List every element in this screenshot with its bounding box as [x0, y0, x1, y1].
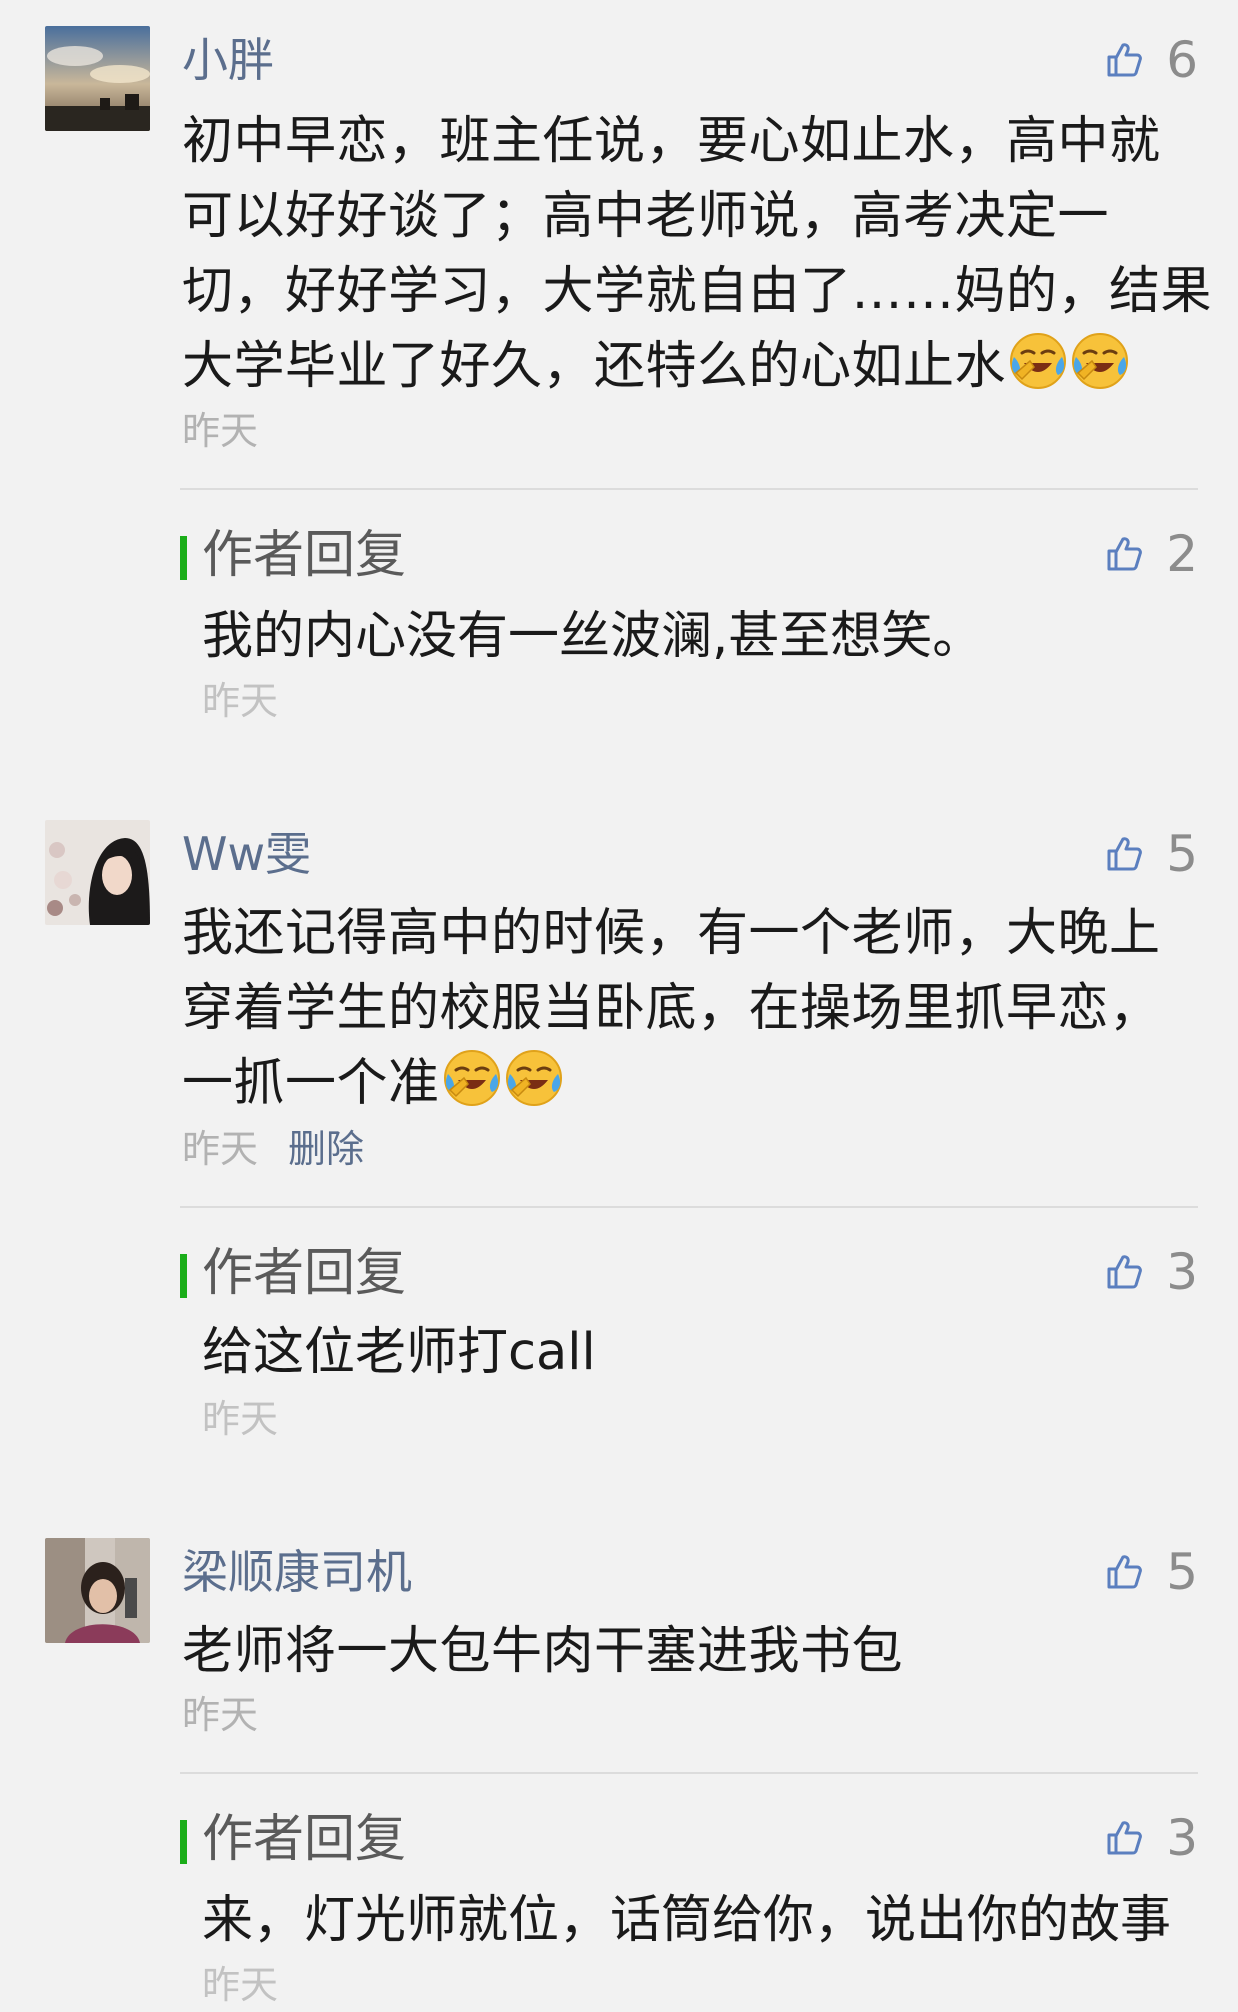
like-count: 2: [1166, 525, 1198, 583]
commenter-name[interactable]: 小胖: [182, 32, 274, 88]
avatar[interactable]: [45, 26, 150, 131]
reply-time: 昨天: [202, 1397, 279, 1441]
reply-like-button[interactable]: 3: [1104, 1244, 1198, 1300]
thumbs-up-icon: [1104, 40, 1144, 80]
thumbs-up-icon: [1104, 1818, 1144, 1858]
like-count: 3: [1166, 1243, 1198, 1301]
reply-accent-bar: [180, 1254, 187, 1298]
comment-time: 昨天: [182, 1693, 259, 1737]
reply-like-button[interactable]: 3: [1104, 1810, 1198, 1866]
avatar[interactable]: [45, 820, 150, 925]
like-count: 5: [1166, 825, 1198, 883]
thumbs-up-icon: [1104, 834, 1144, 874]
comment-line: 穿着学生的校服当卧底，在操场里抓早恋，: [182, 979, 1161, 1038]
thumbs-up-icon: [1104, 1252, 1144, 1292]
divider: [180, 1772, 1198, 1774]
author-reply-text: 给这位老师打call: [202, 1323, 596, 1382]
comment-line: 我还记得高中的时候，有一个老师，大晚上: [182, 904, 1161, 963]
like-count: 6: [1166, 31, 1198, 89]
author-reply-text: 来，灯光师就位，话筒给你，说出你的故事: [202, 1891, 1172, 1950]
author-reply-label: 作者回复: [202, 526, 407, 585]
reply-accent-bar: [180, 1820, 187, 1864]
comment-time: 昨天: [182, 409, 259, 453]
comment-line: 老师将一大包牛肉干塞进我书包: [182, 1622, 904, 1681]
crying-laughing-face-icon: [1008, 331, 1068, 391]
reply-time: 昨天: [202, 1963, 279, 2007]
author-reply-label: 作者回复: [202, 1244, 407, 1303]
like-button[interactable]: 6: [1104, 32, 1198, 88]
reply-like-button[interactable]: 2: [1104, 526, 1198, 582]
comment-text: 初中早恋，班主任说，要心如止水，高中就 可以好好谈了；高中老师说，高考决定一 切…: [182, 104, 1213, 404]
like-count: 5: [1166, 1543, 1198, 1601]
like-count: 3: [1166, 1809, 1198, 1867]
comment-line: 一抓一个准: [182, 1054, 440, 1113]
comment-line-with-emoji: 大学毕业了好久，还特么的心如止水: [182, 329, 1182, 404]
crying-laughing-face-icon: [504, 1048, 564, 1108]
comment-line: 切，好好学习，大学就自由了……妈的，结果: [182, 262, 1213, 321]
reply-time: 昨天: [202, 679, 279, 723]
crying-laughing-face-icon: [442, 1048, 502, 1108]
thumbs-up-icon: [1104, 534, 1144, 574]
comment-line: 初中早恋，班主任说，要心如止水，高中就: [182, 112, 1161, 171]
divider: [180, 1206, 1198, 1208]
commenter-name[interactable]: 梁顺康司机: [182, 1544, 412, 1600]
delete-button[interactable]: 删除: [288, 1126, 364, 1172]
divider: [180, 488, 1198, 490]
crying-laughing-face-icon: [1070, 331, 1130, 391]
comment-text: 我还记得高中的时候，有一个老师，大晚上 穿着学生的校服当卧底，在操场里抓早恋， …: [182, 896, 1182, 1121]
author-reply-text: 我的内心没有一丝波澜,甚至想笑。: [202, 607, 984, 666]
like-button[interactable]: 5: [1104, 1544, 1198, 1600]
reply-accent-bar: [180, 536, 187, 580]
like-button[interactable]: 5: [1104, 826, 1198, 882]
thumbs-up-icon: [1104, 1552, 1144, 1592]
avatar[interactable]: [45, 1538, 150, 1643]
comment-line: 大学毕业了好久，还特么的心如止水: [182, 337, 1007, 396]
author-reply-label: 作者回复: [202, 1810, 407, 1869]
comment-time: 昨天: [182, 1127, 259, 1171]
comment-line-with-emoji: 一抓一个准: [182, 1046, 1182, 1121]
commenter-name[interactable]: Ww雯: [182, 826, 311, 882]
comment-text: 老师将一大包牛肉干塞进我书包: [182, 1614, 1182, 1689]
comment-line: 可以好好谈了；高中老师说，高考决定一: [182, 187, 1110, 246]
